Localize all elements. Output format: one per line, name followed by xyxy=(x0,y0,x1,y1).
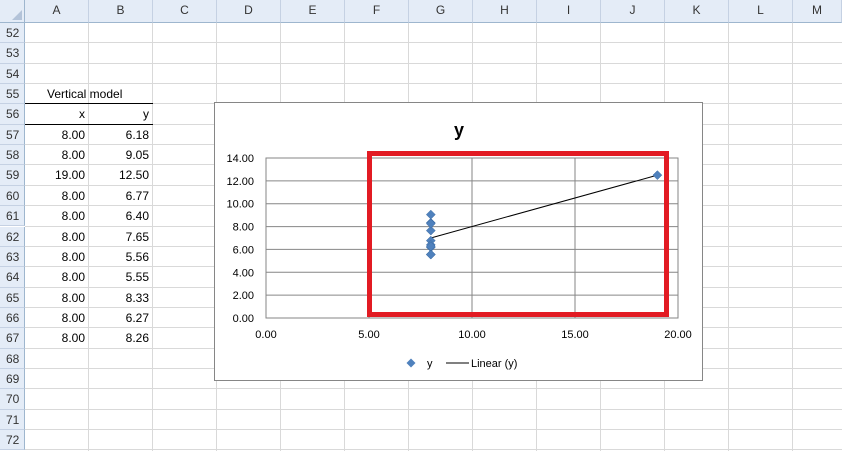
row-header-65[interactable]: 65 xyxy=(0,287,25,308)
table-cell[interactable]: 6.77 xyxy=(89,186,153,206)
table-cell[interactable]: 6.18 xyxy=(89,125,153,145)
table-cell[interactable]: 5.56 xyxy=(89,247,153,267)
table-cell[interactable]: 8.00 xyxy=(25,145,89,165)
column-header-K[interactable]: K xyxy=(665,0,729,23)
column-header-I[interactable]: I xyxy=(537,0,601,23)
row-header-62[interactable]: 62 xyxy=(0,226,25,247)
table-cell[interactable]: 8.00 xyxy=(25,206,89,226)
column-gridline xyxy=(792,23,793,451)
highlight-box xyxy=(367,151,669,317)
x-tick-label: 15.00 xyxy=(561,329,589,341)
table-cell[interactable]: 8.00 xyxy=(25,288,89,308)
row-header-70[interactable]: 70 xyxy=(0,389,25,410)
table-header-x: x xyxy=(79,107,85,122)
x-tick-label: 20.00 xyxy=(664,329,692,341)
column-header-E[interactable]: E xyxy=(281,0,345,23)
column-gridline xyxy=(728,23,729,451)
column-header-G[interactable]: G xyxy=(409,0,473,23)
table-cell[interactable]: 8.00 xyxy=(25,186,89,206)
column-header-F[interactable]: F xyxy=(345,0,409,23)
table-cell[interactable]: 9.05 xyxy=(89,145,153,165)
table-cell[interactable]: 8.33 xyxy=(89,288,153,308)
y-tick-label: 2.00 xyxy=(233,290,254,302)
row-gridline xyxy=(25,42,842,44)
table-cell[interactable]: 5.55 xyxy=(89,267,153,287)
table-cell[interactable]: 8.00 xyxy=(25,247,89,267)
column-header-D[interactable]: D xyxy=(217,0,281,23)
y-tick-label: 12.00 xyxy=(226,176,254,188)
column-header-B[interactable]: B xyxy=(89,0,153,23)
y-tick-label: 14.00 xyxy=(226,153,254,165)
column-header-H[interactable]: H xyxy=(473,0,537,23)
table-cell[interactable]: 12.50 xyxy=(89,165,153,185)
row-header-61[interactable]: 61 xyxy=(0,206,25,227)
x-tick-label: 5.00 xyxy=(358,329,379,341)
row-gridline xyxy=(25,62,842,64)
y-tick-label: 8.00 xyxy=(233,222,254,234)
row-gridline xyxy=(25,429,842,430)
row-header-63[interactable]: 63 xyxy=(0,246,25,268)
row-header-55[interactable]: 55 xyxy=(0,84,25,105)
select-all-triangle-icon xyxy=(12,10,22,20)
row-gridline xyxy=(25,449,842,451)
table-cell[interactable]: 8.00 xyxy=(25,308,89,328)
table-title: Vertical model xyxy=(47,87,123,102)
legend-marker-diamond xyxy=(406,358,416,368)
x-tick-label: 0.00 xyxy=(255,329,276,341)
row-header-60[interactable]: 60 xyxy=(0,185,25,207)
column-header-C[interactable]: C xyxy=(153,0,217,23)
column-header-M[interactable]: M xyxy=(793,0,842,23)
row-header-71[interactable]: 71 xyxy=(0,409,25,430)
table-cell[interactable]: 8.00 xyxy=(25,267,89,287)
row-header-58[interactable]: 58 xyxy=(0,145,25,166)
row-header-67[interactable]: 67 xyxy=(0,328,25,349)
row-header-59[interactable]: 59 xyxy=(0,165,25,186)
table-cell[interactable]: 8.00 xyxy=(25,328,89,348)
y-tick-label: 10.00 xyxy=(226,199,254,211)
table-cell[interactable]: 7.65 xyxy=(89,227,153,247)
table-cell[interactable]: 8.26 xyxy=(89,328,153,348)
y-tick-label: 6.00 xyxy=(233,244,254,256)
row-header-64[interactable]: 64 xyxy=(0,267,25,288)
row-header-52[interactable]: 52 xyxy=(0,23,25,44)
row-header-68[interactable]: 68 xyxy=(0,348,25,369)
column-header-L[interactable]: L xyxy=(729,0,793,23)
row-header-56[interactable]: 56 xyxy=(0,104,25,125)
y-tick-label: 0.00 xyxy=(233,313,254,325)
column-header-A[interactable]: A xyxy=(25,0,89,23)
row-header-66[interactable]: 66 xyxy=(0,307,25,329)
table-header-y: y xyxy=(143,107,149,122)
table-cell[interactable]: 19.00 xyxy=(25,165,89,185)
table-cell[interactable]: 8.00 xyxy=(25,227,89,247)
row-header-57[interactable]: 57 xyxy=(0,124,25,146)
table-cell[interactable]: 6.27 xyxy=(89,308,153,328)
legend-label-linear: Linear (y) xyxy=(471,358,517,370)
table-cell[interactable]: 8.00 xyxy=(25,125,89,145)
select-all-corner[interactable] xyxy=(0,0,25,23)
y-tick-label: 4.00 xyxy=(233,267,254,279)
table-cell[interactable]: 6.40 xyxy=(89,206,153,226)
row-gridline xyxy=(25,388,842,390)
row-header-72[interactable]: 72 xyxy=(0,430,25,451)
row-header-53[interactable]: 53 xyxy=(0,43,25,64)
column-header-J[interactable]: J xyxy=(601,0,665,23)
legend-label-y: y xyxy=(427,358,433,370)
row-header-54[interactable]: 54 xyxy=(0,63,25,85)
row-gridline xyxy=(25,408,842,410)
chart-title: y xyxy=(454,120,464,140)
row-header-69[interactable]: 69 xyxy=(0,368,25,390)
x-tick-label: 10.00 xyxy=(458,329,486,341)
